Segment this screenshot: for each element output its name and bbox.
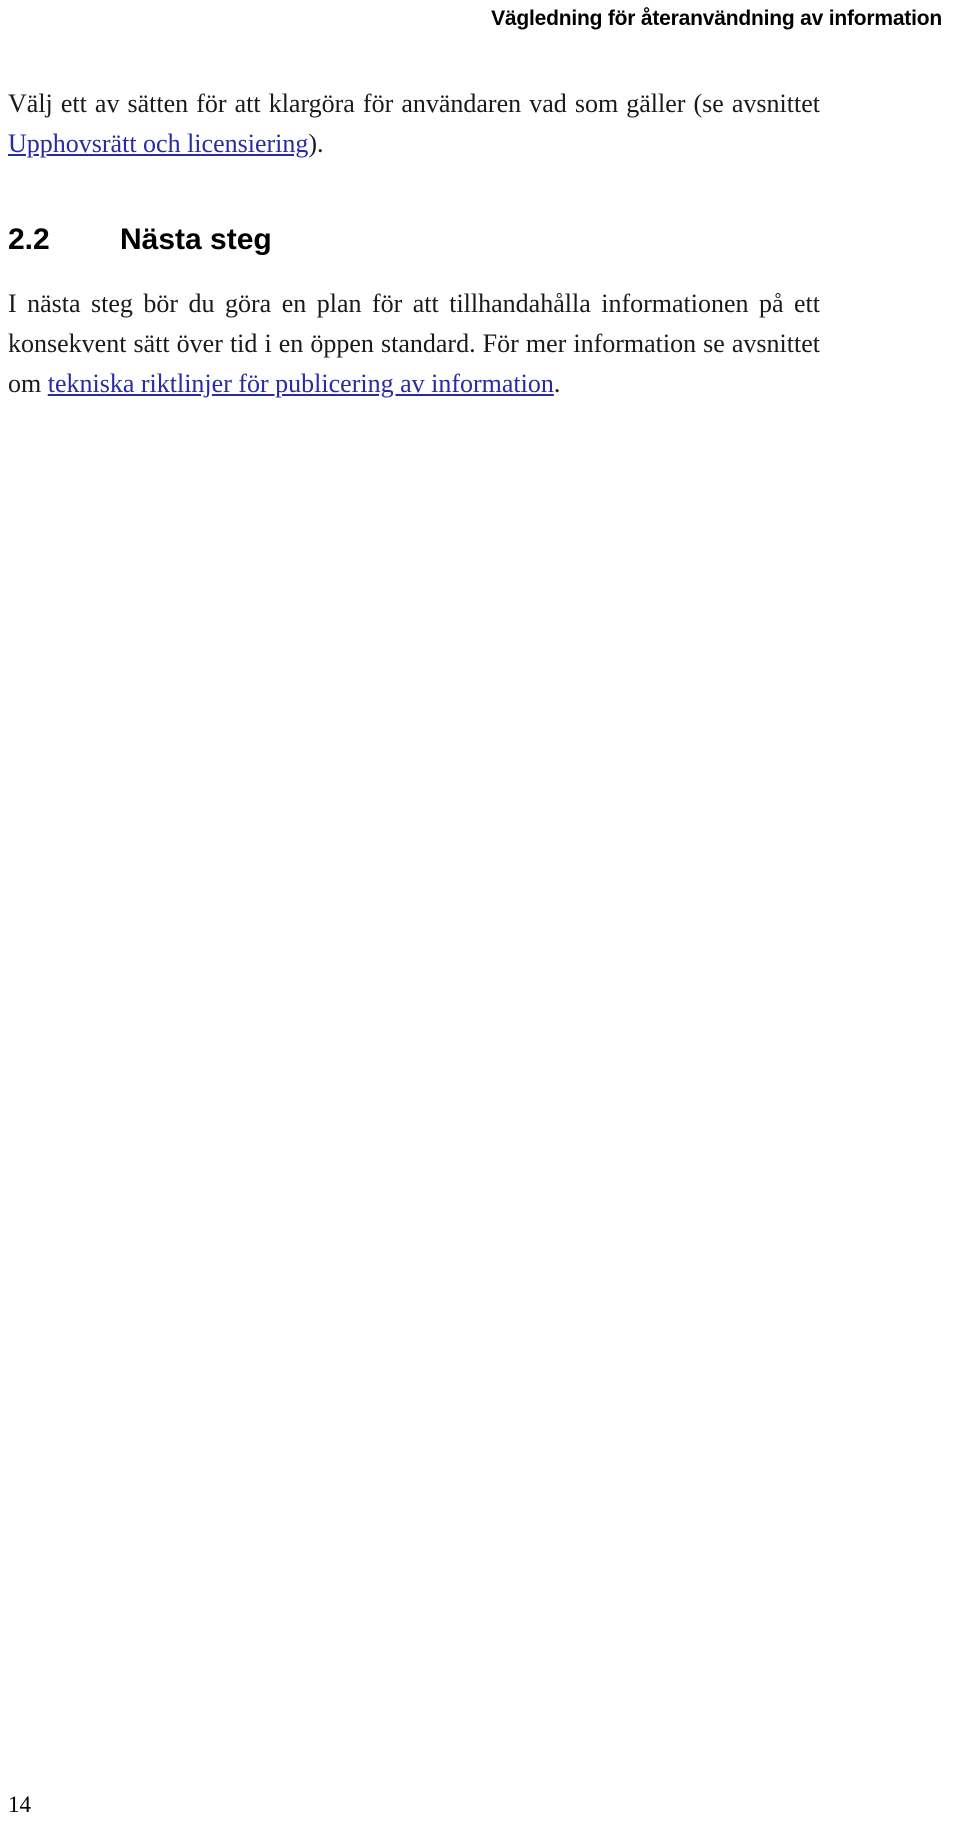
paragraph-next-steps-text-after: . — [553, 369, 561, 398]
paragraph-next-steps: I nästa steg bör du göra en plan för att… — [8, 284, 820, 404]
page-number: 14 — [8, 1792, 31, 1817]
document-page: Vägledning för återanvändning av informa… — [0, 0, 960, 1835]
link-tekniska-riktlinjer-for-publicering-av-information[interactable]: tekniska riktlinjer för publicering av i… — [48, 369, 554, 398]
page-content: Välj ett av sätten för att klargöra för … — [8, 84, 820, 404]
paragraph-intro-text-before: Välj ett av sätten för att klargöra för … — [8, 89, 820, 118]
link-upphovsratt-och-licensiering[interactable]: Upphovsrätt och licensiering — [8, 129, 308, 158]
running-header: Vägledning för återanvändning av informa… — [491, 7, 942, 30]
paragraph-intro: Välj ett av sätten för att klargöra för … — [8, 84, 820, 164]
section-heading-2-2: 2.2 Nästa steg — [8, 222, 820, 258]
paragraph-intro-text-after: ). — [308, 129, 324, 158]
section-title: Nästa steg — [120, 223, 272, 256]
section-number: 2.2 — [8, 223, 50, 256]
